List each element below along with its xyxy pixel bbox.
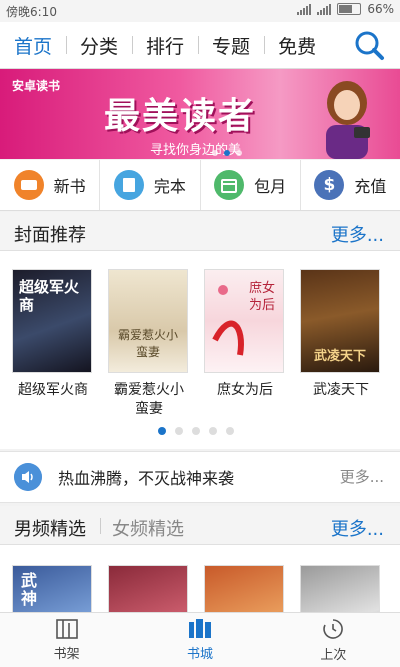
announcement-text: 热血沸腾，不灭战神来袭 xyxy=(58,469,235,488)
battery-level: 66% xyxy=(367,2,394,16)
book-cover xyxy=(204,565,284,612)
pager-dot xyxy=(175,427,183,435)
quick-label: 新书 xyxy=(53,177,86,196)
cover-title: 霸爱惹火小蛮妻 xyxy=(117,328,178,359)
history-icon xyxy=(323,619,344,639)
book-item[interactable] xyxy=(108,565,190,612)
status-bar: 傍晚6:10 66% xyxy=(0,0,400,22)
tab-male-picks[interactable]: 男频精选 xyxy=(14,515,86,541)
signal-icon xyxy=(297,3,312,15)
pager-dot xyxy=(226,427,234,435)
bottom-navigation: 书架 书城 上次 xyxy=(0,612,400,667)
book-cover xyxy=(300,565,380,612)
banner-character-image xyxy=(326,81,370,159)
pager-dot xyxy=(192,427,200,435)
banner-pager xyxy=(212,150,242,156)
status-time: 傍晚6:10 xyxy=(6,5,57,19)
book-title: 庶女为后 xyxy=(217,382,273,398)
cover-title: 庶女为后 xyxy=(249,281,276,313)
book-item[interactable]: 霸爱惹火小蛮妻 霸爱惹火小蛮妻 xyxy=(108,269,190,449)
genre-books: 武神 xyxy=(0,545,400,612)
search-icon[interactable] xyxy=(352,28,386,62)
quick-recharge[interactable]: $ 充值 xyxy=(301,160,400,210)
book-item[interactable]: 武神 xyxy=(12,565,94,612)
book-item[interactable]: 武凌天下 武凌天下 xyxy=(300,269,382,449)
genre-tabs: 男频精选 女频精选 更多... xyxy=(0,506,400,545)
battery-icon xyxy=(337,3,362,15)
book-title: 武凌天下 xyxy=(313,382,369,398)
featured-books: 超级军火商 超级军火商 霸爱惹火小蛮妻 霸爱惹火小蛮妻 庶女为后 庶女为后 武凌… xyxy=(0,251,400,449)
tab-ranking[interactable]: 排行 xyxy=(132,32,198,59)
tab-topics[interactable]: 专题 xyxy=(198,32,264,59)
promo-banner[interactable]: 安卓读书 最美读者 寻找你身边的美 xyxy=(0,69,400,159)
calendar-icon xyxy=(214,170,245,200)
pager-dot xyxy=(209,427,217,435)
completed-books-icon xyxy=(113,170,144,200)
quick-completed[interactable]: 完本 xyxy=(100,160,201,210)
genre-more-link[interactable]: 更多... xyxy=(331,515,384,541)
announcement-bar[interactable]: 热血沸腾，不灭战神来袭 更多... xyxy=(0,451,400,503)
bookshelf-icon xyxy=(55,619,78,639)
book-cover: 超级军火商 xyxy=(12,269,92,373)
book-cover: 武神 xyxy=(12,565,92,612)
banner-dot xyxy=(236,150,242,156)
nav-history[interactable]: 上次 xyxy=(267,613,400,667)
bookstore-icon xyxy=(188,619,211,638)
quick-monthly[interactable]: 包月 xyxy=(201,160,301,210)
banner-brand: 安卓读书 xyxy=(12,79,61,93)
banner-dot xyxy=(212,150,218,156)
book-title: 超级军火商 xyxy=(18,382,88,398)
speaker-icon xyxy=(14,463,42,491)
book-item[interactable]: 庶女为后 庶女为后 xyxy=(204,269,286,449)
quick-label: 包月 xyxy=(254,177,287,196)
cover-title: 武凌天下 xyxy=(313,349,366,364)
book-item[interactable]: 超级军火商 超级军火商 xyxy=(12,269,94,449)
quick-new-books[interactable]: 新书 xyxy=(0,160,101,210)
banner-dot xyxy=(224,150,230,156)
cover-title: 武神 xyxy=(21,571,38,608)
book-item[interactable] xyxy=(204,565,286,612)
nav-bookstore[interactable]: 书城 xyxy=(133,613,266,667)
tab-category[interactable]: 分类 xyxy=(66,32,132,59)
book-cover: 庶女为后 xyxy=(204,269,284,373)
book-item[interactable] xyxy=(300,565,382,612)
book-cover: 霸爱惹火小蛮妻 xyxy=(108,269,188,373)
signal-icon-2 xyxy=(317,3,332,15)
featured-more-link[interactable]: 更多... xyxy=(331,221,384,247)
tab-free[interactable]: 免费 xyxy=(264,32,330,59)
dollar-icon: $ xyxy=(314,170,345,200)
bottom-label: 上次 xyxy=(320,648,347,663)
featured-header: 封面推荐 更多... xyxy=(0,212,400,251)
section-title: 封面推荐 xyxy=(14,225,86,246)
quick-label: 完本 xyxy=(153,177,186,196)
top-navigation: 首页 分类 排行 专题 免费 xyxy=(0,22,400,69)
nav-tabs: 首页 分类 排行 专题 免费 xyxy=(0,22,330,68)
bottom-label: 书城 xyxy=(186,647,213,662)
tab-divider xyxy=(100,518,101,534)
new-books-icon xyxy=(13,170,44,200)
status-right: 66% xyxy=(297,2,394,16)
tab-female-picks[interactable]: 女频精选 xyxy=(112,515,184,541)
book-cover xyxy=(108,565,188,612)
book-cover: 武凌天下 xyxy=(300,269,380,373)
nav-bookshelf[interactable]: 书架 xyxy=(0,613,133,667)
bottom-label: 书架 xyxy=(53,647,80,662)
banner-headline: 最美读者 xyxy=(104,96,257,137)
book-title: 霸爱惹火小蛮妻 xyxy=(114,382,184,417)
announcement-more-link[interactable]: 更多... xyxy=(340,466,384,487)
quick-entries: 新书 完本 包月 $ 充值 xyxy=(0,160,400,211)
quick-label: 充值 xyxy=(354,177,387,196)
pager-dot xyxy=(158,427,166,435)
tab-home[interactable]: 首页 xyxy=(0,32,66,59)
cover-title: 超级军火商 xyxy=(19,278,80,314)
featured-pager xyxy=(158,427,234,435)
